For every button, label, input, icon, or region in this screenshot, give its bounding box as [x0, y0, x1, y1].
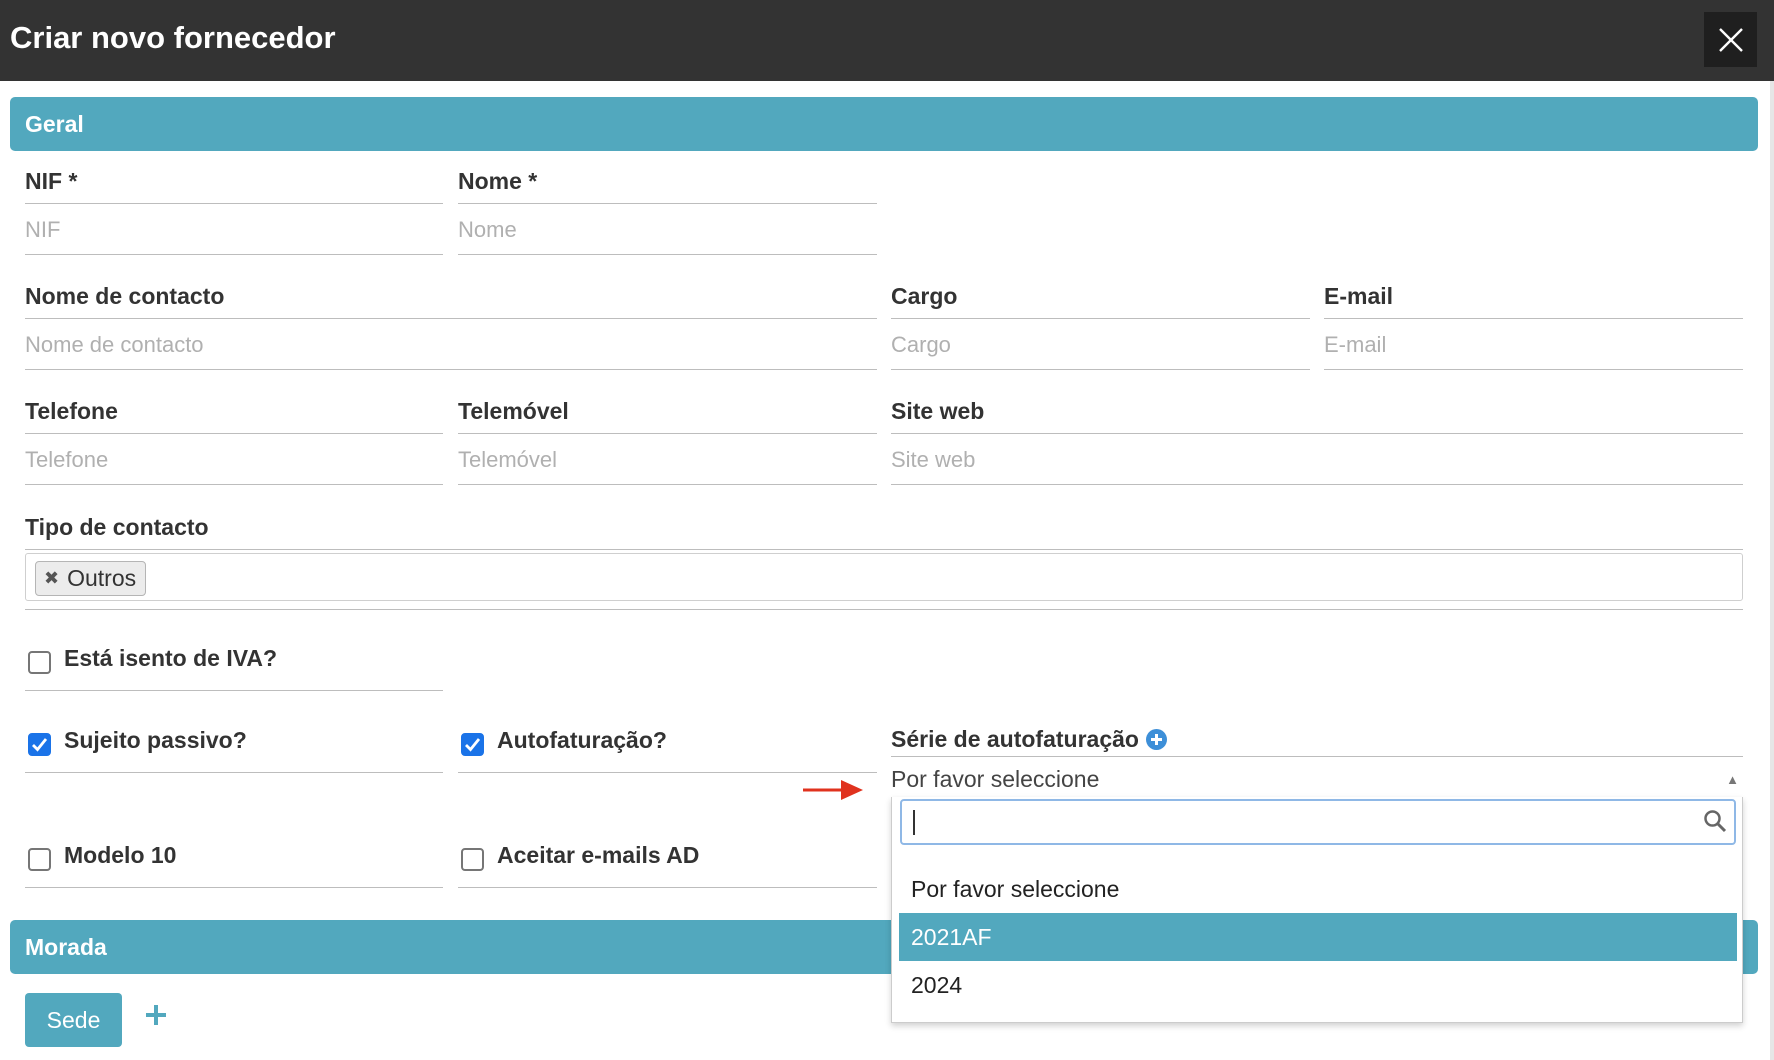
red-arrow-icon	[803, 780, 863, 800]
aceitar-emails-box[interactable]	[461, 848, 484, 871]
autofaturacao-checkbox[interactable]: Autofaturação?	[458, 727, 878, 777]
checkmark-icon	[465, 738, 481, 752]
isento-iva-label: Está isento de IVA?	[64, 645, 278, 671]
serie-selected-value: Por favor seleccione	[891, 766, 1100, 792]
serie-label: Série de autofaturação	[891, 726, 1167, 753]
dropdown-option[interactable]: Por favor seleccione	[899, 865, 1737, 913]
cargo-input[interactable]	[891, 323, 1310, 367]
sujeito-passivo-box[interactable]	[28, 733, 51, 756]
nif-label: NIF *	[25, 168, 78, 194]
text-cursor	[913, 810, 915, 835]
modelo10-label: Modelo 10	[64, 842, 177, 868]
serie-select[interactable]: Por favor seleccione ▲	[891, 766, 1743, 798]
caret-up-icon: ▲	[1726, 772, 1739, 787]
cargo-label: Cargo	[891, 283, 958, 309]
cargo-field: Cargo	[891, 283, 1310, 373]
autofaturacao-box[interactable]	[461, 733, 484, 756]
email-field: E-mail	[1324, 283, 1743, 373]
tag-label: Outros	[67, 565, 137, 591]
tag-outros: ✖ Outros	[35, 561, 147, 596]
site-web-field: Site web	[891, 398, 1743, 488]
close-icon	[1718, 27, 1743, 52]
tipo-contacto-field: Tipo de contacto	[25, 514, 1743, 554]
aceitar-emails-checkbox[interactable]: Aceitar e-mails AD	[458, 842, 878, 892]
telemovel-field: Telemóvel	[458, 398, 877, 488]
sujeito-passivo-checkbox[interactable]: Sujeito passivo?	[25, 727, 445, 777]
plus-circle-icon[interactable]	[1145, 729, 1167, 750]
serie-dropdown: Por favor seleccione 2021AF 2024	[891, 797, 1743, 1023]
site-web-input[interactable]	[891, 438, 1743, 482]
nome-contacto-field: Nome de contacto	[25, 283, 877, 373]
section-morada-title: Morada	[25, 934, 107, 960]
nome-label: Nome *	[458, 168, 538, 194]
telefone-label: Telefone	[25, 398, 118, 424]
tipo-contacto-label: Tipo de contacto	[25, 514, 209, 540]
telemovel-label: Telemóvel	[458, 398, 569, 424]
remove-tag-icon[interactable]: ✖	[44, 568, 59, 589]
dialog-title: Criar novo fornecedor	[10, 20, 336, 55]
sujeito-passivo-label: Sujeito passivo?	[64, 727, 247, 753]
site-web-label: Site web	[891, 398, 985, 424]
email-input[interactable]	[1324, 323, 1743, 367]
aceitar-emails-label: Aceitar e-mails AD	[497, 842, 700, 868]
close-button[interactable]	[1704, 12, 1757, 67]
serie-label-text: Série de autofaturação	[891, 726, 1139, 752]
section-geral: Geral	[10, 97, 1758, 151]
isento-iva-checkbox[interactable]: Está isento de IVA?	[25, 645, 445, 695]
telemovel-input[interactable]	[458, 438, 877, 482]
nome-field: Nome *	[458, 168, 877, 258]
autofaturacao-label: Autofaturação?	[497, 727, 667, 753]
search-icon	[1704, 810, 1727, 833]
telefone-input[interactable]	[25, 438, 443, 482]
nome-contacto-label: Nome de contacto	[25, 283, 225, 309]
tipo-contacto-multiselect[interactable]: ✖ Outros	[25, 553, 1743, 601]
dropdown-option-highlighted[interactable]: 2021AF	[899, 913, 1737, 961]
checkmark-icon	[32, 738, 48, 752]
nome-input[interactable]	[458, 208, 877, 252]
modelo10-checkbox[interactable]: Modelo 10	[25, 842, 445, 892]
dropdown-option[interactable]: 2024	[899, 961, 1737, 1009]
plus-icon[interactable]	[146, 1005, 166, 1025]
sede-tab-button[interactable]: Sede	[25, 993, 122, 1047]
nif-field: NIF *	[25, 168, 443, 258]
dialog-titlebar: Criar novo fornecedor	[0, 0, 1774, 81]
telefone-field: Telefone	[25, 398, 443, 488]
nif-input[interactable]	[25, 208, 443, 252]
dropdown-search[interactable]	[900, 799, 1736, 845]
email-label: E-mail	[1324, 283, 1394, 309]
modelo10-box[interactable]	[28, 848, 51, 871]
isento-iva-box[interactable]	[28, 651, 51, 674]
scroll-gutter	[1770, 81, 1774, 1060]
dropdown-search-input[interactable]	[912, 801, 1692, 843]
nome-contacto-input[interactable]	[25, 323, 877, 367]
section-geral-title: Geral	[25, 111, 84, 137]
